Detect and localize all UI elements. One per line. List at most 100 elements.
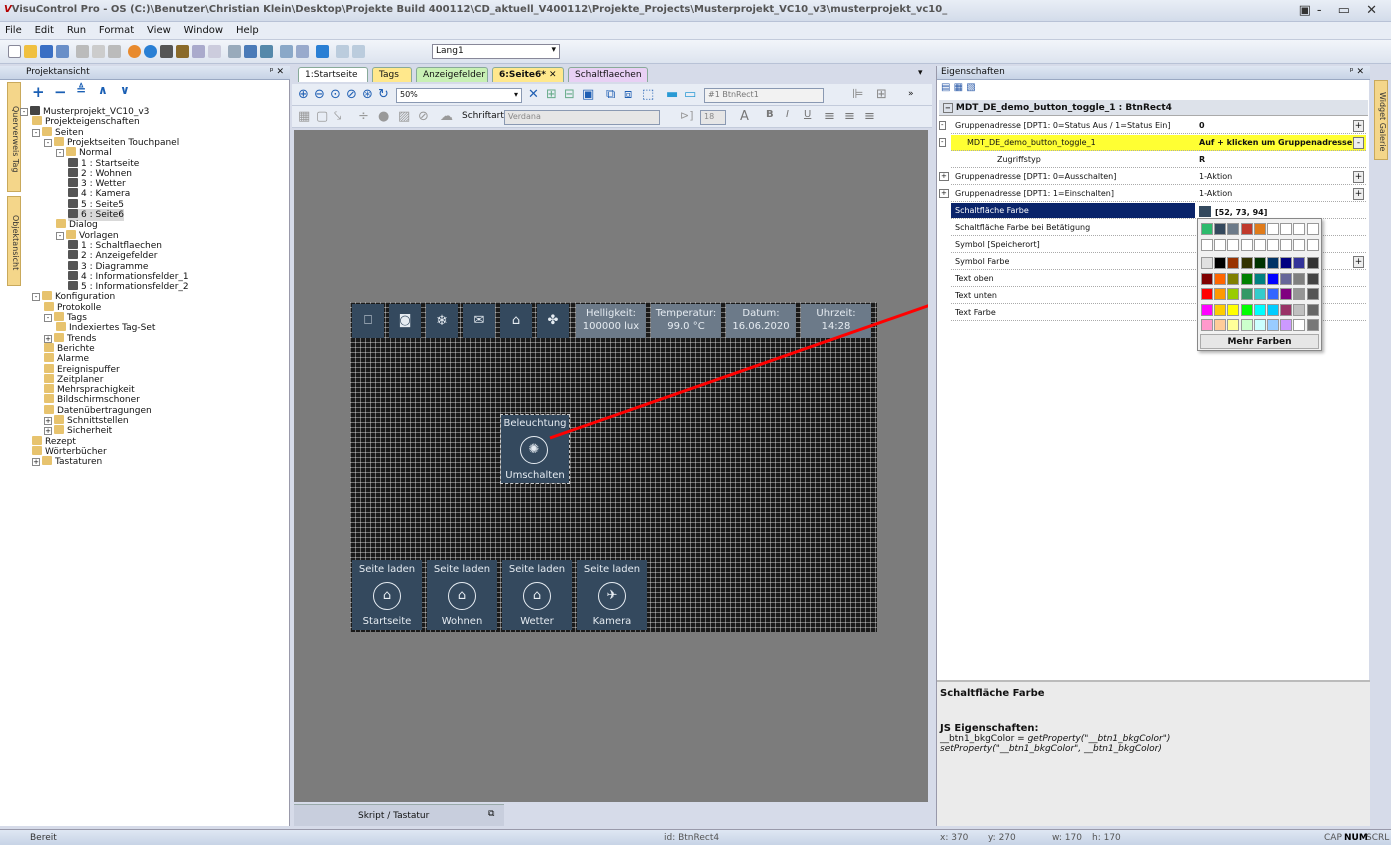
palette-swatch[interactable] (1227, 303, 1240, 316)
zoom-select[interactable]: 50% ▾ (396, 88, 522, 103)
tab-1[interactable]: Tags (372, 67, 412, 82)
menu-help[interactable]: Help (231, 22, 264, 39)
add-group-address-button[interactable]: + (1353, 171, 1364, 183)
property-row[interactable]: Zugriffstyp R (951, 152, 1366, 168)
text-color-icon[interactable]: A (740, 109, 749, 124)
property-row[interactable]: Schaltfläche Farbe [52, 73, 94] (951, 203, 1366, 219)
palette-swatch[interactable] (1214, 223, 1227, 235)
add-group-address-button[interactable]: + (1353, 120, 1364, 132)
align-icon[interactable] (260, 45, 273, 58)
color-fill-icon[interactable]: ▬ (666, 87, 678, 102)
zoom-out-icon[interactable]: ⊖ (314, 87, 325, 102)
page-canvas[interactable]: ⎕ ◙ ❄ ✉ ⌂ ✤ Helligkeit: 100000 lux Tempera… (294, 130, 928, 802)
palette-swatch[interactable] (1306, 257, 1319, 269)
palette-swatch[interactable] (1267, 272, 1279, 285)
bug-icon[interactable] (176, 45, 189, 58)
add-icon[interactable]: + (32, 83, 45, 101)
align-left-icon[interactable]: ⊫ (852, 87, 863, 102)
palette-swatch[interactable] (1227, 223, 1240, 235)
palette-swatch[interactable] (1306, 288, 1319, 300)
frame-icon[interactable]: ▣ (582, 87, 594, 102)
menu-format[interactable]: Format (94, 22, 139, 39)
group-icon[interactable]: ⊞ (546, 87, 557, 102)
speech-icon[interactable]: ☁ (440, 109, 453, 124)
palette-swatch[interactable] (1280, 238, 1293, 251)
collapse-icon[interactable]: - (44, 314, 52, 322)
tree-item[interactable]: + Tastaturen (32, 456, 102, 468)
palette-swatch[interactable] (1280, 288, 1293, 300)
picture-icon[interactable]: ▨ (398, 109, 410, 124)
new-file-icon[interactable] (8, 45, 21, 58)
compile-icon[interactable] (128, 45, 141, 58)
stop-icon[interactable] (208, 45, 221, 58)
refresh-icon[interactable]: ↻ (378, 87, 389, 102)
collapse-icon[interactable]: - (32, 128, 40, 137)
palette-swatch[interactable] (1240, 319, 1253, 331)
palette-swatch[interactable] (1280, 319, 1293, 331)
palette-swatch[interactable] (1306, 319, 1319, 331)
save-all-icon[interactable] (56, 45, 69, 58)
palette-swatch[interactable] (1240, 303, 1253, 316)
palette-swatch[interactable] (1280, 303, 1293, 316)
palette-swatch[interactable] (1267, 223, 1279, 235)
collapse-icon[interactable]: - (20, 108, 28, 116)
palette-swatch[interactable] (1280, 272, 1293, 285)
help-icon[interactable] (296, 45, 309, 58)
palette-swatch[interactable] (1201, 288, 1213, 300)
collapse-icon[interactable]: - (939, 138, 946, 147)
palette-swatch[interactable] (1227, 288, 1240, 300)
palette-swatch[interactable] (1280, 223, 1293, 235)
palette-swatch[interactable] (1240, 288, 1253, 300)
palette-swatch[interactable] (1293, 238, 1306, 251)
palette-swatch[interactable] (1293, 319, 1306, 331)
toolbar-overflow-icon[interactable]: » (908, 89, 914, 99)
palette-swatch[interactable] (1293, 272, 1306, 285)
blocked-icon[interactable]: ⊘ (418, 109, 429, 124)
save-icon[interactable] (40, 45, 53, 58)
tab-0[interactable]: 1:Startseite (298, 67, 368, 82)
menu-window[interactable]: Window (179, 22, 228, 39)
collapse-icon[interactable]: - (44, 138, 52, 147)
language-select[interactable]: Lang1 (432, 44, 560, 59)
palette-swatch[interactable] (1280, 257, 1293, 269)
property-row[interactable]: - MDT_DE_demo_button_toggle_1 Auf + klicke… (939, 135, 1366, 151)
palette-swatch[interactable] (1240, 223, 1253, 235)
add-group-address-button[interactable]: + (1353, 188, 1364, 200)
palette-swatch[interactable] (1253, 223, 1266, 235)
tool-icon[interactable] (160, 45, 173, 58)
palette-swatch[interactable] (1201, 319, 1213, 331)
menu-run[interactable]: Run (62, 22, 91, 39)
move-down-icon[interactable]: ∨ (120, 83, 130, 97)
palette-swatch[interactable] (1293, 257, 1306, 269)
align-right-text-icon[interactable]: ≡ (864, 109, 875, 124)
side-tab-objektansicht[interactable]: Objektansicht (7, 196, 21, 286)
open-folder-icon[interactable] (24, 45, 37, 58)
palette-swatch[interactable] (1267, 257, 1279, 269)
palette-swatch[interactable] (1253, 257, 1266, 269)
palette-swatch[interactable] (1293, 288, 1306, 300)
expand-icon[interactable]: + (32, 458, 40, 467)
window-controls[interactable]: ▣- ▭ ✕ (1299, 3, 1383, 18)
palette-swatch[interactable] (1267, 319, 1279, 331)
palette-swatch[interactable] (1214, 288, 1227, 300)
palette-swatch[interactable] (1214, 303, 1227, 316)
cut-icon[interactable] (76, 45, 89, 58)
palette-swatch[interactable] (1214, 272, 1227, 285)
collapse-icon[interactable]: - (939, 121, 946, 130)
settings-icon[interactable] (280, 45, 293, 58)
close-tab-icon[interactable]: ✕ (546, 70, 557, 80)
pin-close-icon[interactable]: ᵖ ✕ (270, 67, 284, 77)
layer-icon[interactable]: ⬚ (642, 87, 654, 102)
pin-close-icon[interactable]: ᵖ ✕ (1350, 67, 1364, 77)
palette-swatch[interactable] (1267, 288, 1279, 300)
transfer-icon[interactable] (316, 45, 329, 58)
palette-swatch[interactable] (1227, 257, 1240, 269)
tab-3[interactable]: 6:Seite6* ✕ (492, 67, 564, 82)
add-group-address-button[interactable]: - (1353, 137, 1364, 149)
collapse-icon[interactable]: - (32, 293, 40, 302)
menu-file[interactable]: File (0, 22, 27, 39)
side-tab-querverweis[interactable]: Querverweis Tag (7, 82, 21, 192)
palette-swatch[interactable] (1253, 288, 1266, 300)
circle-icon[interactable]: ● (378, 109, 389, 124)
remove-icon[interactable]: − (54, 83, 67, 101)
